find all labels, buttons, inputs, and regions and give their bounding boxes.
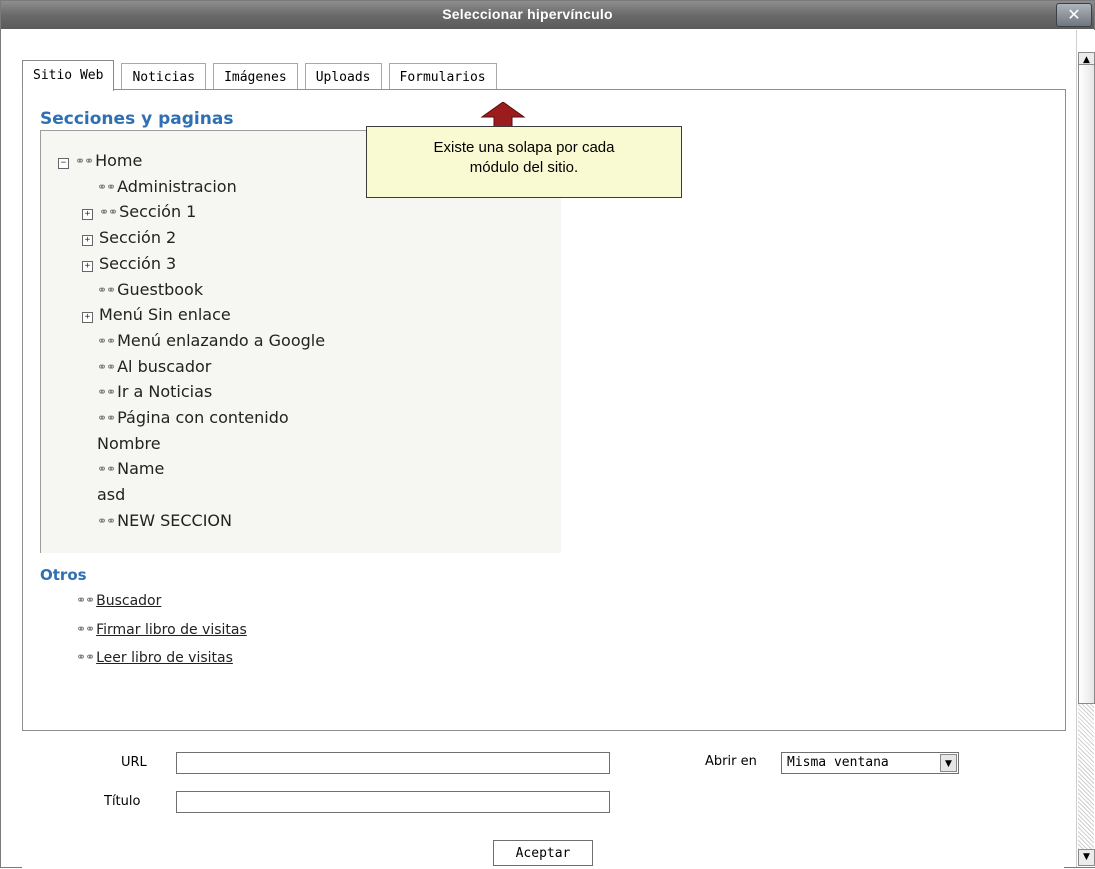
expand-icon[interactable]: + <box>82 209 93 220</box>
tree-item[interactable]: ⚭⚭ NEW SECCION <box>97 511 232 531</box>
expand-icon[interactable]: + <box>82 312 93 323</box>
tree-item-label: Menú Sin enlace <box>99 305 231 324</box>
accept-button[interactable]: Aceptar <box>493 840 593 866</box>
tree-item[interactable]: ⚭⚭ Administracion <box>97 177 237 197</box>
tree-item[interactable]: + Menú Sin enlace <box>82 305 231 325</box>
tree-item[interactable]: asd <box>97 485 125 505</box>
vertical-scrollbar[interactable]: ▲ ▼ <box>1076 30 1095 867</box>
link-icon: ⚭⚭ <box>97 180 116 194</box>
tree-item-label: Guestbook <box>117 280 204 299</box>
url-label: URL <box>121 755 147 770</box>
otros-heading: Otros <box>40 566 87 584</box>
tab-bar: Sitio Web Noticias Imágenes Uploads Form… <box>22 60 504 91</box>
link-icon: ⚭⚭ <box>75 154 94 168</box>
tab-imagenes[interactable]: Imágenes <box>213 63 298 90</box>
arrow-down-icon: ▼ <box>1083 852 1090 862</box>
link-icon: ⚭⚭ <box>76 593 95 607</box>
expand-icon[interactable]: + <box>82 235 93 246</box>
link-icon: ⚭⚭ <box>97 411 116 425</box>
tree-item-label: NEW SECCION <box>117 511 232 530</box>
scroll-down-button[interactable]: ▼ <box>1078 849 1095 866</box>
title-bar[interactable]: Seleccionar hipervínculo ✕ <box>1 1 1094 29</box>
close-icon: ✕ <box>1067 5 1081 24</box>
url-input[interactable] <box>176 752 610 774</box>
tab-noticias[interactable]: Noticias <box>121 63 207 90</box>
link-icon: ⚭⚭ <box>97 385 116 399</box>
sections-heading: Secciones y paginas <box>40 109 234 129</box>
open-in-value: Misma ventana <box>787 755 889 770</box>
dialog-title: Seleccionar hipervínculo <box>442 6 613 22</box>
link-buscador[interactable]: ⚭⚭ Buscador <box>76 593 161 609</box>
chevron-down-icon[interactable]: ▼ <box>940 754 957 772</box>
link-leer-libro[interactable]: ⚭⚭ Leer libro de visitas <box>76 650 233 666</box>
link-icon: ⚭⚭ <box>97 514 116 528</box>
link-icon: ⚭⚭ <box>97 334 116 348</box>
open-in-select[interactable]: Misma ventana ▼ <box>781 752 959 774</box>
tab-uploads[interactable]: Uploads <box>304 63 382 90</box>
tab-formularios[interactable]: Formularios <box>388 63 497 90</box>
close-button[interactable]: ✕ <box>1056 3 1092 27</box>
tree-item[interactable]: + Sección 2 <box>82 228 176 248</box>
tree-item-label: Al buscador <box>117 357 212 376</box>
title-label: Título <box>104 794 141 809</box>
link-icon: ⚭⚭ <box>97 360 116 374</box>
tree-item-label: Nombre <box>97 434 161 453</box>
scroll-thumb[interactable] <box>1078 64 1095 704</box>
collapse-icon[interactable]: − <box>58 158 69 169</box>
tree-item-label: Menú enlazando a Google <box>117 331 326 350</box>
tree-item[interactable]: ⚭⚭ Menú enlazando a Google <box>97 331 325 351</box>
tree-item-label: Sección 1 <box>119 202 197 221</box>
tree-item-label: Home <box>95 151 143 170</box>
tree-item[interactable]: + Sección 3 <box>82 254 176 274</box>
link-firmar-libro[interactable]: ⚭⚭ Firmar libro de visitas <box>76 622 247 638</box>
expand-icon[interactable]: + <box>82 261 93 272</box>
tree-item-label: Sección 2 <box>99 228 177 247</box>
callout-line-2: módulo del sitio. <box>469 159 579 176</box>
link-icon: ⚭⚭ <box>97 462 116 476</box>
tree-item-label: Sección 3 <box>99 254 177 273</box>
scroll-track[interactable] <box>1078 704 1094 849</box>
open-in-label: Abrir en <box>705 754 757 769</box>
tree-item[interactable]: ⚭⚭ Página con contenido <box>97 408 289 428</box>
tree-item-label: Página con contenido <box>117 408 289 427</box>
tree-item[interactable]: Nombre <box>97 434 161 454</box>
link-icon: ⚭⚭ <box>76 650 95 664</box>
tree-item[interactable]: + ⚭⚭ Sección 1 <box>82 202 196 222</box>
callout-line-1: Existe una solapa por cada <box>433 139 615 156</box>
callout-tooltip: Existe una solapa por cada módulo del si… <box>366 126 682 198</box>
tree-item-label: Name <box>117 459 165 478</box>
link-icon: ⚭⚭ <box>76 622 95 636</box>
tab-sitio-web[interactable]: Sitio Web <box>22 60 115 91</box>
title-input[interactable] <box>176 791 610 813</box>
tree-item-label: asd <box>97 485 126 504</box>
link-icon: ⚭⚭ <box>97 283 116 297</box>
tree-item[interactable]: ⚭⚭ Ir a Noticias <box>97 382 212 402</box>
tree-item[interactable]: ⚭⚭ Name <box>97 459 164 479</box>
tree-item[interactable]: ⚭⚭ Guestbook <box>97 280 203 300</box>
tree-item[interactable]: ⚭⚭ Al buscador <box>97 357 211 377</box>
tree-item[interactable]: − ⚭⚭ Home <box>58 151 142 171</box>
tree-item-label: Administracion <box>117 177 237 196</box>
link-icon: ⚭⚭ <box>99 205 118 219</box>
tree-item-label: Ir a Noticias <box>117 382 213 401</box>
